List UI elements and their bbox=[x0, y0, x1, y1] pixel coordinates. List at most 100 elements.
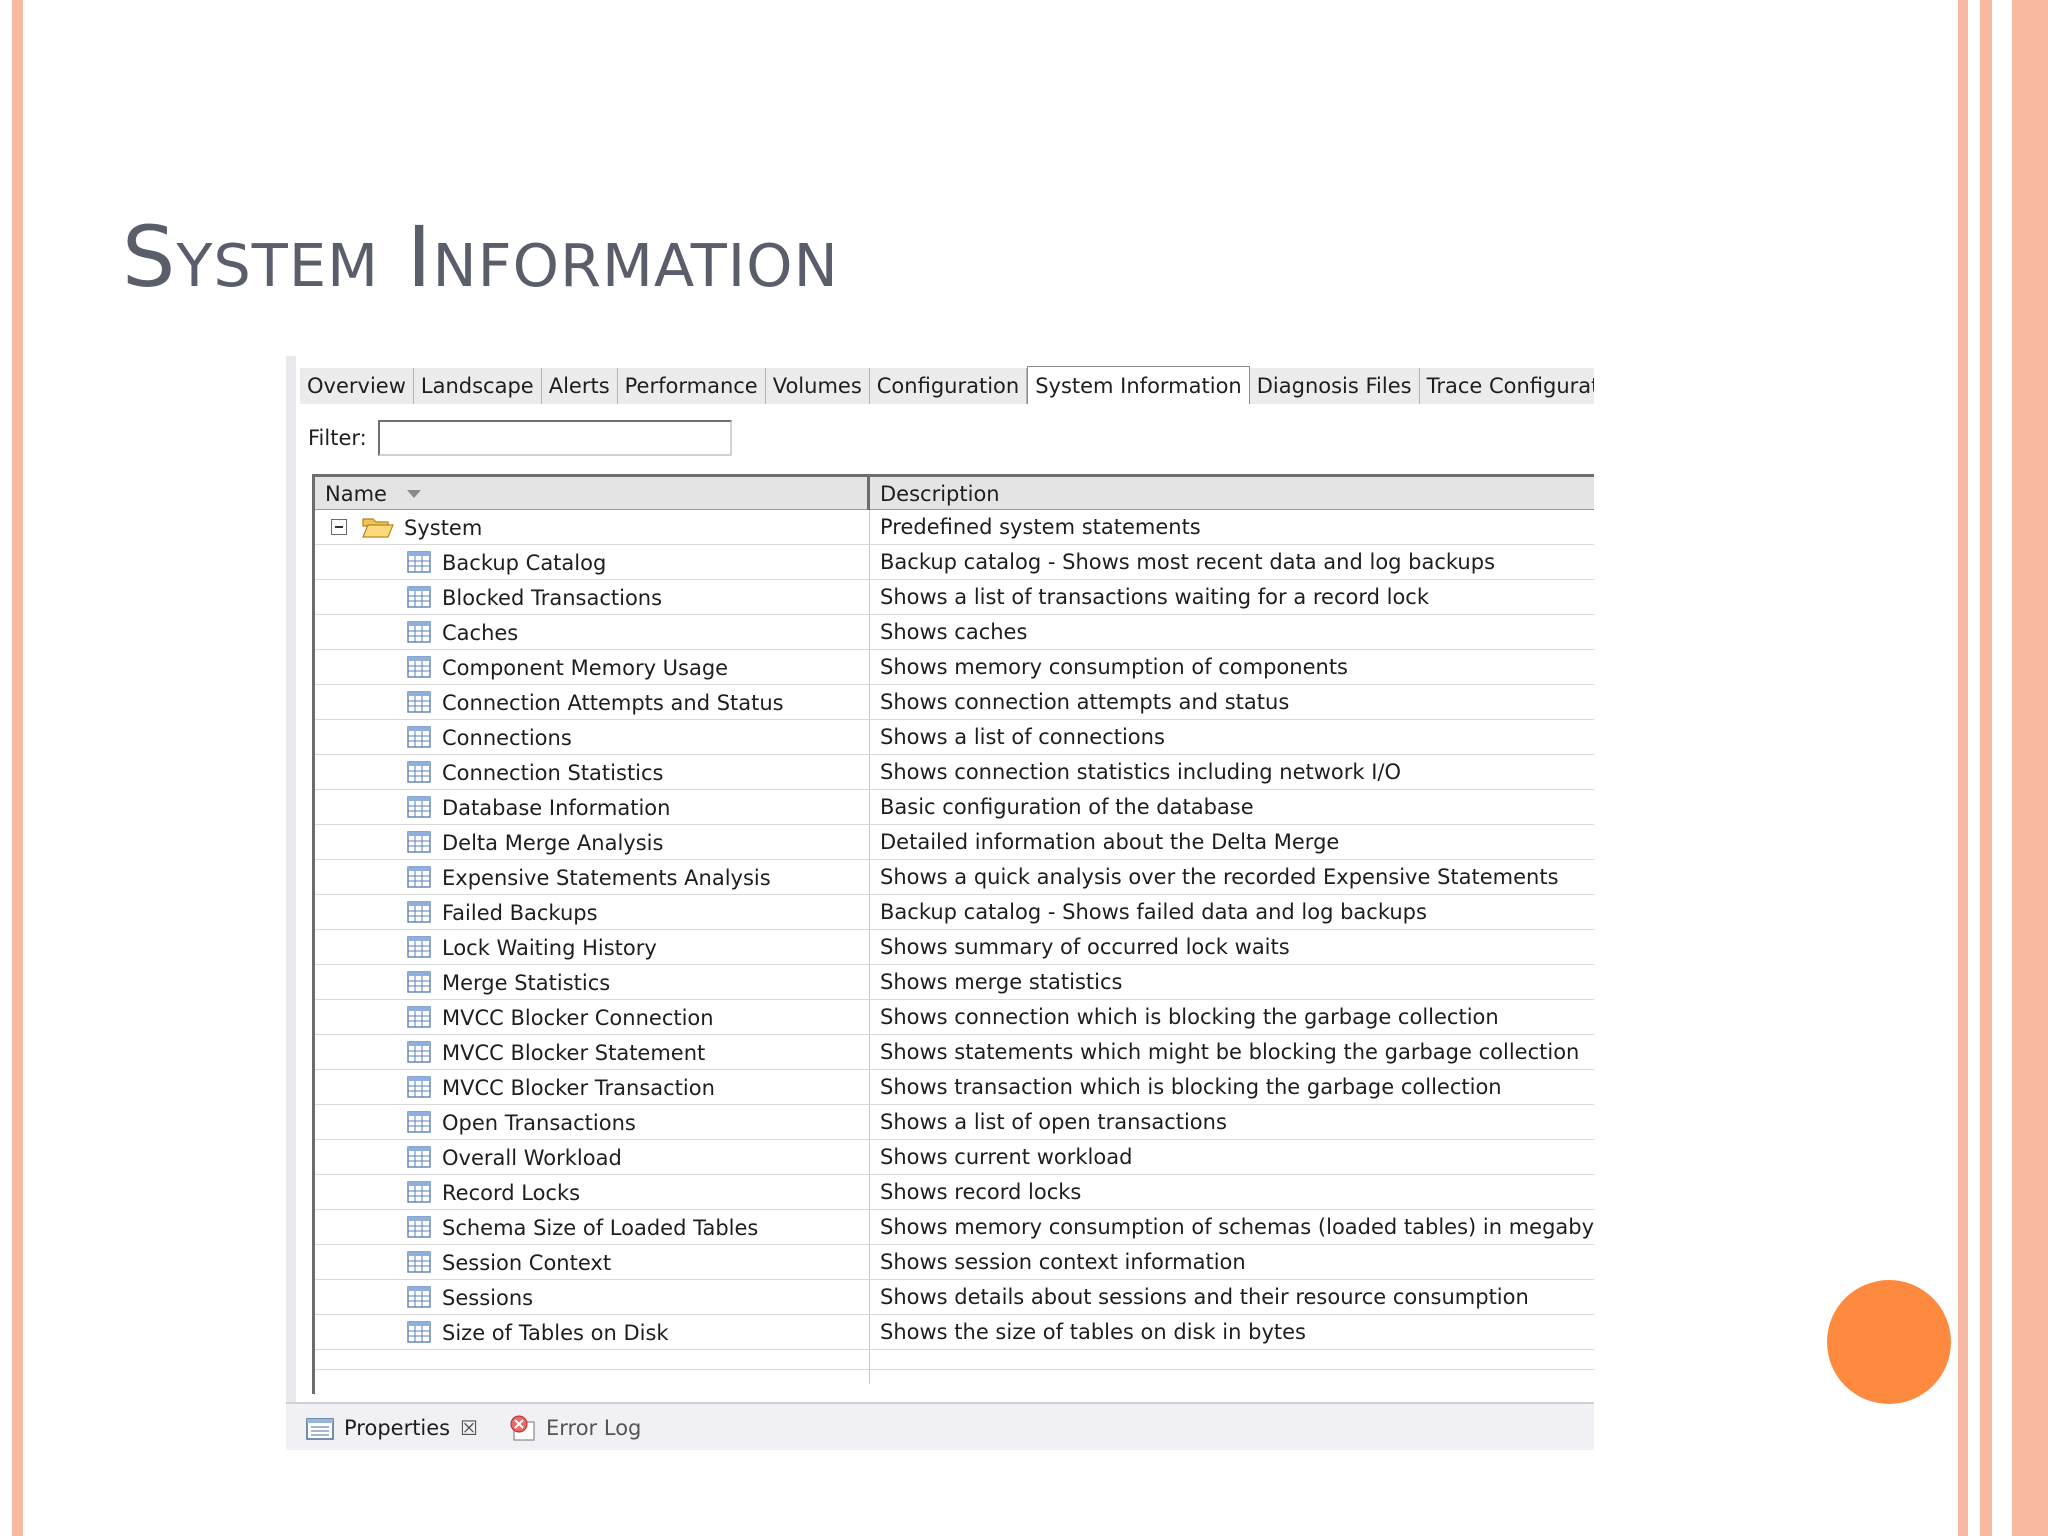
table-icon bbox=[407, 691, 431, 718]
table-row[interactable]: Delta Merge Analysis Detailed information… bbox=[315, 825, 1594, 860]
statement-name: MVCC Blocker Statement bbox=[442, 1041, 706, 1065]
table-row[interactable]: Connection Attempts and Status Shows conn… bbox=[315, 685, 1594, 720]
column-header-description-label: Description bbox=[880, 481, 1000, 506]
statement-name: Lock Waiting History bbox=[442, 936, 657, 960]
tab-system-information[interactable]: System Information bbox=[1027, 366, 1250, 404]
name-cell: Schema Size of Loaded Tables bbox=[315, 1210, 870, 1244]
table-icon bbox=[407, 656, 431, 683]
name-cell: Caches bbox=[315, 615, 870, 649]
table-row[interactable]: Backup Catalog Backup catalog - Shows mos… bbox=[315, 545, 1594, 580]
filter-label: Filter: bbox=[308, 426, 367, 450]
table-row[interactable]: Lock Waiting History Shows summary of occ… bbox=[315, 930, 1594, 965]
error-log-icon bbox=[510, 1415, 535, 1441]
table-row[interactable]: Database Information Basic configuration … bbox=[315, 790, 1594, 825]
table-row[interactable]: Merge Statistics Shows merge statistics bbox=[315, 965, 1594, 1000]
table-row[interactable]: Schema Size of Loaded Tables Shows memory… bbox=[315, 1210, 1594, 1245]
tab-alerts[interactable]: Alerts bbox=[541, 368, 618, 404]
description-cell: Backup catalog - Shows failed data and l… bbox=[880, 900, 1427, 924]
table-row[interactable]: MVCC Blocker Connection Shows connection … bbox=[315, 1000, 1594, 1035]
slide-frame-right bbox=[2012, 0, 2048, 1536]
statement-name: MVCC Blocker Connection bbox=[442, 1006, 714, 1030]
tab-volumes[interactable]: Volumes bbox=[765, 368, 870, 404]
name-cell: MVCC Blocker Connection bbox=[315, 1000, 870, 1034]
description-cell: Shows caches bbox=[880, 620, 1028, 644]
bottom-view-tabs: Properties ☒ Error Log bbox=[286, 1402, 1594, 1450]
table-icon bbox=[407, 831, 431, 858]
name-cell: Lock Waiting History bbox=[315, 930, 870, 964]
table-row[interactable]: Failed Backups Backup catalog - Shows fai… bbox=[315, 895, 1594, 930]
error-log-tab[interactable]: Error Log bbox=[546, 1416, 641, 1440]
table-row[interactable]: Connection Statistics Shows connection st… bbox=[315, 755, 1594, 790]
statement-name: Caches bbox=[442, 621, 519, 645]
table-row[interactable]: Open Transactions Shows a list of open tr… bbox=[315, 1105, 1594, 1140]
name-cell: Size of Tables on Disk bbox=[315, 1315, 870, 1349]
table-header: Name Description bbox=[315, 477, 1594, 510]
slide-title: System Information bbox=[122, 208, 839, 306]
tab-overview[interactable]: Overview bbox=[300, 368, 414, 404]
name-cell: Delta Merge Analysis bbox=[315, 825, 870, 859]
column-header-name-label: Name bbox=[325, 481, 387, 506]
partially-visible-row bbox=[315, 1350, 1594, 1384]
description-cell: Predefined system statements bbox=[880, 515, 1201, 539]
table-icon bbox=[407, 866, 431, 893]
table-row[interactable]: MVCC Blocker Transaction Shows transactio… bbox=[315, 1070, 1594, 1105]
statement-name: Connection Statistics bbox=[442, 761, 664, 785]
statement-name: Size of Tables on Disk bbox=[442, 1321, 669, 1345]
table-row[interactable]: Caches Shows caches bbox=[315, 615, 1594, 650]
tree-root-label: System bbox=[404, 516, 483, 540]
table-row[interactable]: Sessions Shows details about sessions and… bbox=[315, 1280, 1594, 1315]
table-icon bbox=[407, 1111, 431, 1138]
statement-name: Open Transactions bbox=[442, 1111, 636, 1135]
collapse-icon[interactable] bbox=[331, 519, 347, 535]
table-icon bbox=[407, 726, 431, 753]
editor-tab-bar: Overview Landscape Alerts Performance Volume… bbox=[300, 366, 1594, 404]
description-cell: Shows transaction which is blocking the … bbox=[880, 1075, 1502, 1099]
table-row[interactable]: Record Locks Shows record locks bbox=[315, 1175, 1594, 1210]
name-cell: Expensive Statements Analysis bbox=[315, 860, 870, 894]
table-row[interactable]: Blocked Transactions Shows a list of tran… bbox=[315, 580, 1594, 615]
properties-tab[interactable]: Properties bbox=[344, 1416, 450, 1440]
decorative-circle bbox=[1827, 1280, 1951, 1404]
filter-input[interactable] bbox=[378, 420, 732, 456]
name-cell: Connections bbox=[315, 720, 870, 754]
statements-table: Name Description System Predefined syste… bbox=[312, 474, 1594, 1394]
sort-arrow-icon[interactable] bbox=[406, 489, 421, 498]
table-icon bbox=[407, 761, 431, 788]
column-header-description[interactable]: Description bbox=[870, 477, 1594, 510]
description-cell: Shows session context information bbox=[880, 1250, 1246, 1274]
table-icon bbox=[407, 1181, 431, 1208]
tab-configuration[interactable]: Configuration bbox=[869, 368, 1028, 404]
description-cell: Shows a list of open transactions bbox=[880, 1110, 1227, 1134]
table-row[interactable]: Overall Workload Shows current workload bbox=[315, 1140, 1594, 1175]
name-cell bbox=[315, 1350, 870, 1384]
statement-name: Sessions bbox=[442, 1286, 534, 1310]
column-header-name[interactable]: Name bbox=[315, 477, 870, 510]
close-icon[interactable]: ☒ bbox=[460, 1416, 478, 1440]
table-icon bbox=[407, 1251, 431, 1278]
description-cell: Shows memory consumption of schemas (loa… bbox=[880, 1215, 1594, 1239]
description-cell: Shows record locks bbox=[880, 1180, 1082, 1204]
statement-name: Expensive Statements Analysis bbox=[442, 866, 771, 890]
name-cell: Connection Statistics bbox=[315, 755, 870, 789]
table-row[interactable]: Session Context Shows session context inf… bbox=[315, 1245, 1594, 1280]
statement-name: MVCC Blocker Transaction bbox=[442, 1076, 715, 1100]
tab-diagnosis-files[interactable]: Diagnosis Files bbox=[1249, 368, 1420, 404]
statement-name: Record Locks bbox=[442, 1181, 581, 1205]
table-row[interactable]: Expensive Statements Analysis Shows a qui… bbox=[315, 860, 1594, 895]
table-icon bbox=[407, 796, 431, 823]
statement-name: Connections bbox=[442, 726, 572, 750]
tab-landscape[interactable]: Landscape bbox=[413, 368, 542, 404]
table-icon bbox=[407, 1216, 431, 1243]
table-row[interactable]: Connections Shows a list of connections bbox=[315, 720, 1594, 755]
tab-trace-configuration[interactable]: Trace Configuration bbox=[1419, 368, 1594, 404]
table-row[interactable]: Component Memory Usage Shows memory consu… bbox=[315, 650, 1594, 685]
description-cell: Shows connection attempts and status bbox=[880, 690, 1290, 714]
table-row[interactable]: Size of Tables on Disk Shows the size of … bbox=[315, 1315, 1594, 1350]
description-cell: Shows a list of transactions waiting for… bbox=[880, 585, 1430, 609]
name-cell: Session Context bbox=[315, 1245, 870, 1279]
table-row[interactable]: MVCC Blocker Statement Shows statements w… bbox=[315, 1035, 1594, 1070]
description-cell: Shows merge statistics bbox=[880, 970, 1123, 994]
description-cell bbox=[870, 1350, 1594, 1384]
tab-performance[interactable]: Performance bbox=[617, 368, 766, 404]
tree-row-root[interactable]: System Predefined system statements bbox=[315, 510, 1594, 545]
